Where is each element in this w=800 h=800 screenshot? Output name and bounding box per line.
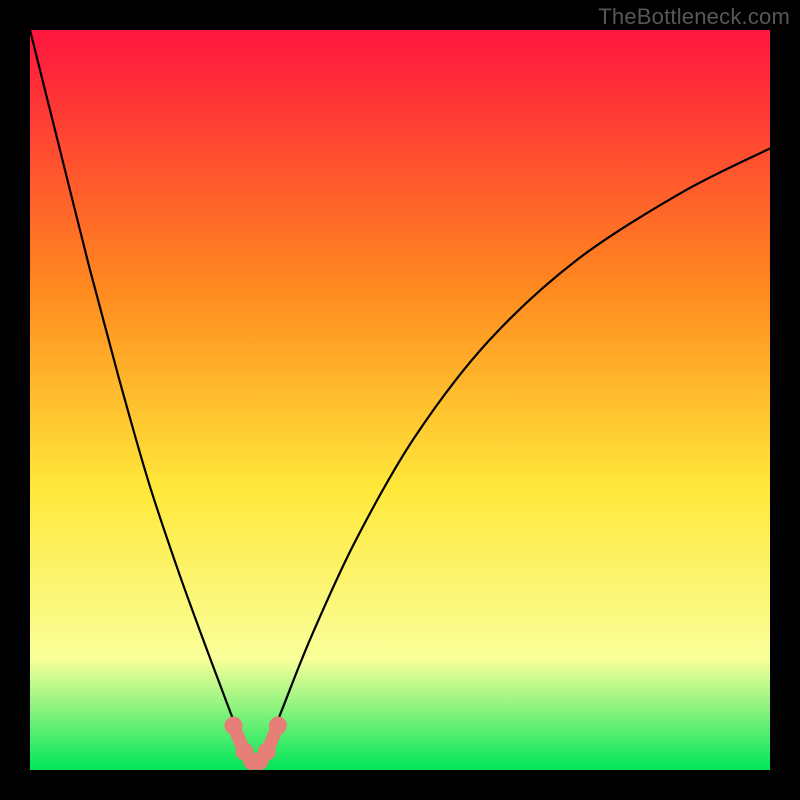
gradient-background [30,30,770,770]
marker-dot [258,743,276,761]
chart-frame: TheBottleneck.com [0,0,800,800]
marker-dot [225,717,243,735]
marker-dot [269,717,287,735]
bottleneck-chart [30,30,770,770]
watermark-text: TheBottleneck.com [598,4,790,30]
plot-area [30,30,770,770]
